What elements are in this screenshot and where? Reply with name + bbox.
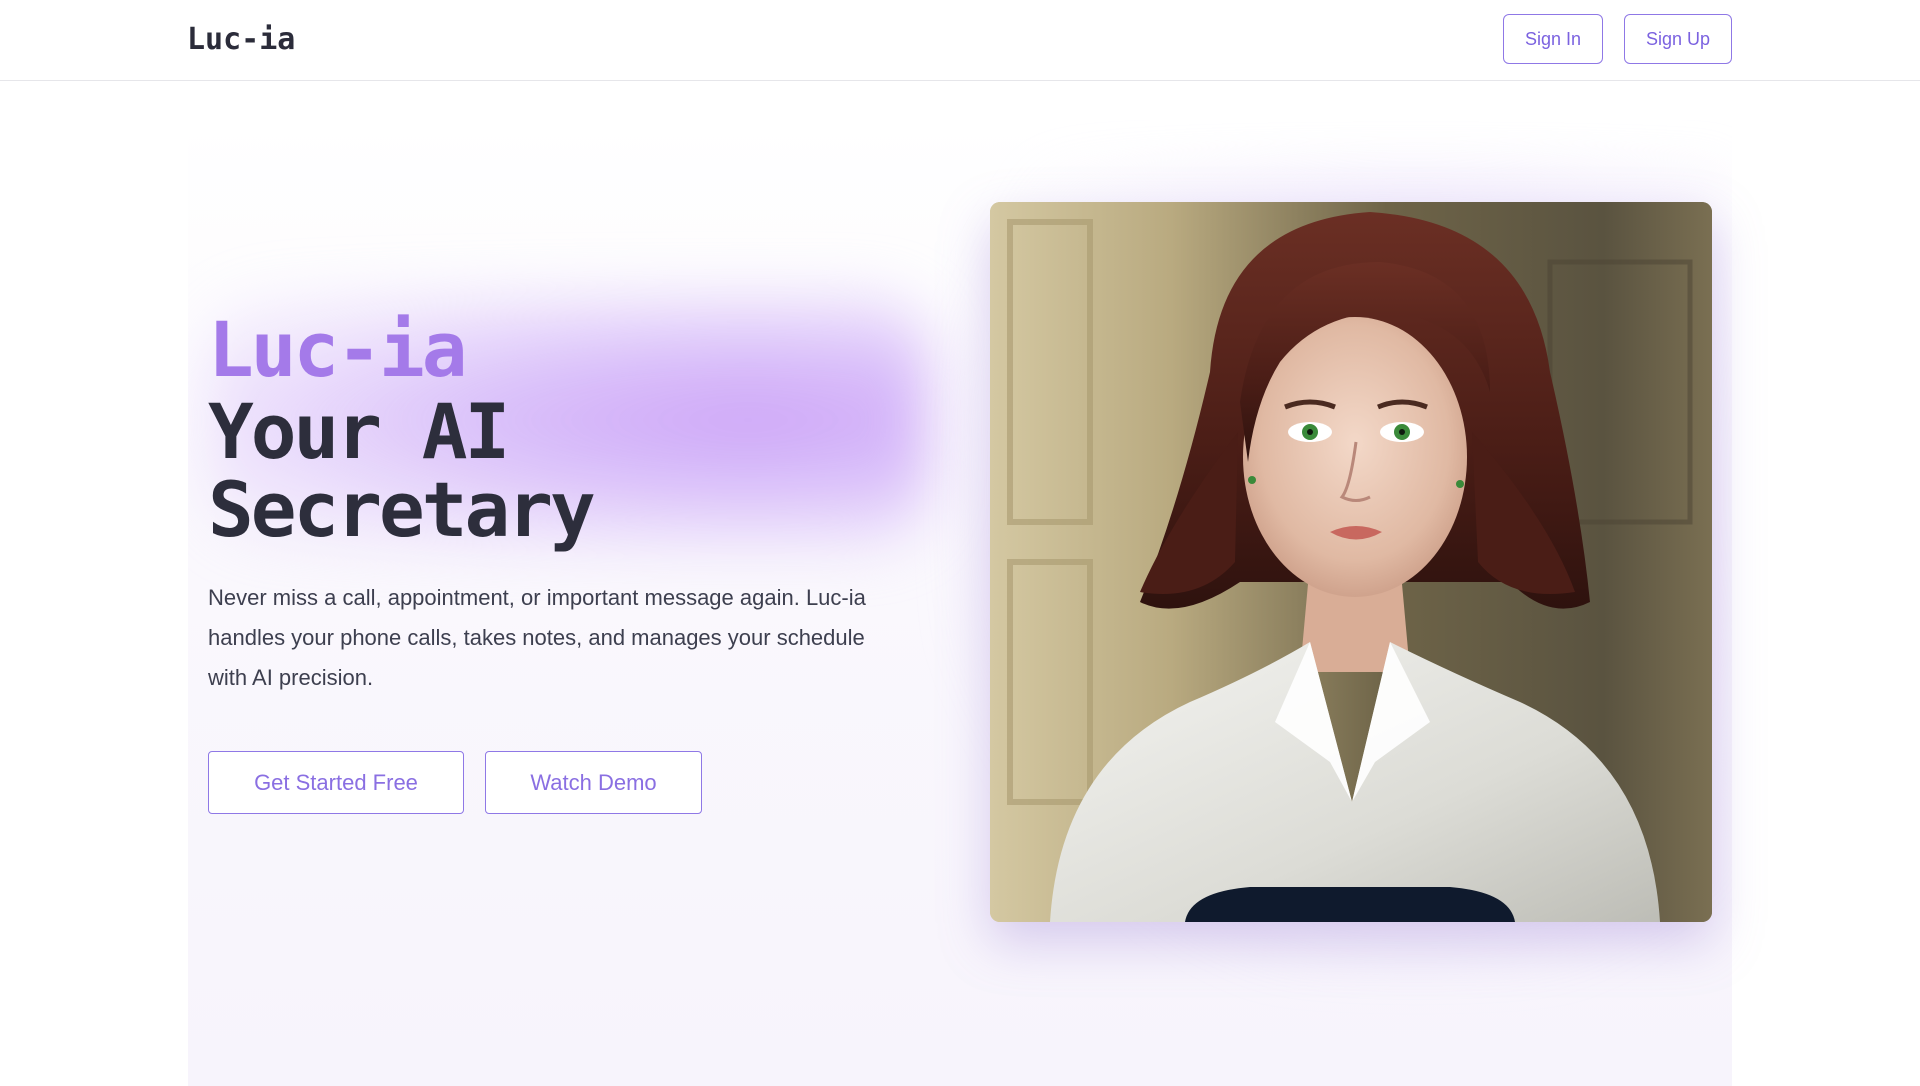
logo[interactable]: Luc-ia <box>187 22 295 57</box>
sign-in-button[interactable]: Sign In <box>1503 14 1603 64</box>
hero-title: Your AI Secretary <box>208 393 908 549</box>
hero-title-line-2: Secretary <box>208 465 596 554</box>
watch-demo-button[interactable]: Watch Demo <box>485 751 702 814</box>
get-started-button[interactable]: Get Started Free <box>208 751 464 814</box>
top-navbar: Luc-ia Sign In Sign Up <box>0 0 1920 81</box>
ai-secretary-portrait <box>990 202 1712 922</box>
hero-title-line-1: Your AI <box>208 387 510 476</box>
hero-brand-name: Luc-ia <box>208 305 468 394</box>
portrait-illustration <box>990 202 1712 922</box>
hero-description: Never miss a call, appointment, or impor… <box>208 585 866 690</box>
sign-up-button[interactable]: Sign Up <box>1624 14 1732 64</box>
